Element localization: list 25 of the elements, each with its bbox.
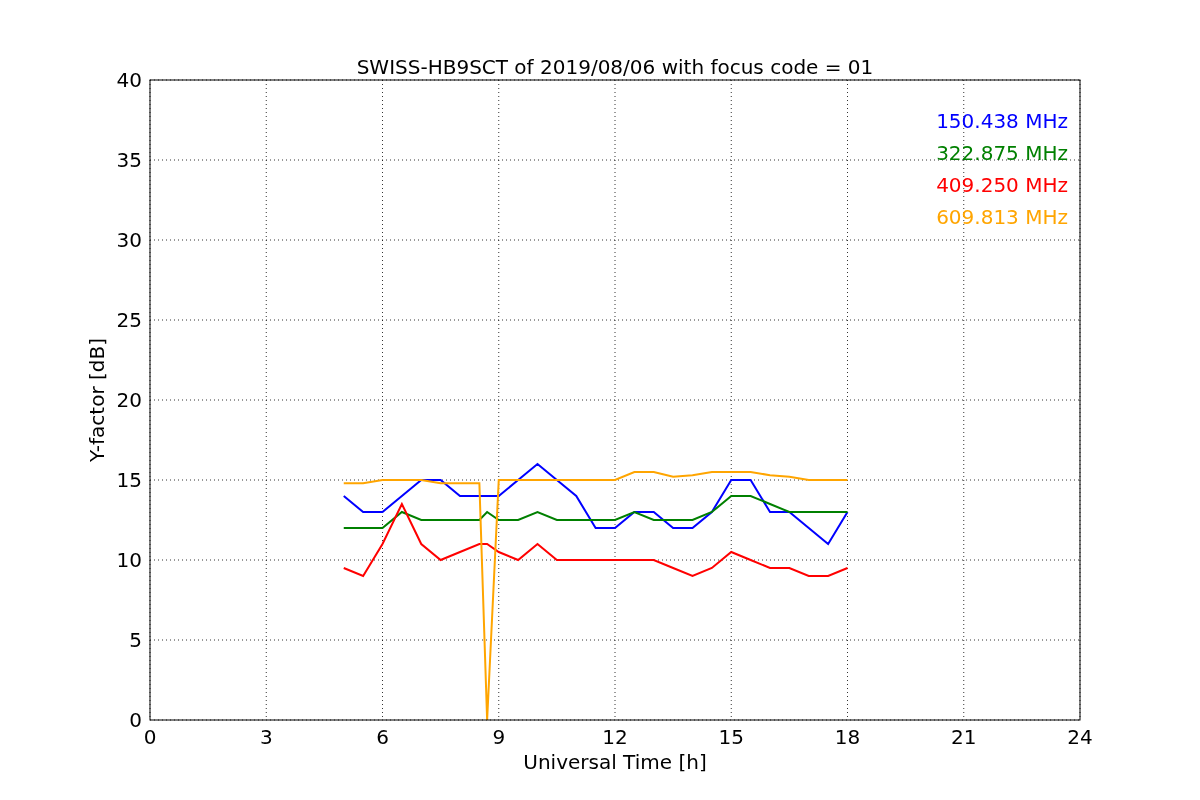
x-tick-label: 3 (259, 725, 273, 749)
y-tick-label: 20 (116, 388, 142, 412)
legend-label: 322.875 MHz (936, 141, 1068, 165)
y-tick-label: 15 (116, 468, 142, 492)
x-tick-label: 24 (1067, 725, 1093, 749)
x-axis-label: Universal Time [h] (523, 750, 707, 774)
legend-label: 150.438 MHz (936, 109, 1068, 133)
y-tick-label: 10 (116, 548, 142, 572)
y-axis-label: Y-factor [dB] (85, 338, 109, 462)
y-tick-label: 40 (116, 68, 142, 92)
y-tick-label: 0 (129, 708, 142, 732)
x-tick-label: 12 (602, 725, 628, 749)
legend-label: 609.813 MHz (936, 205, 1068, 229)
y-tick-label: 5 (129, 628, 142, 652)
x-tick-label: 0 (143, 725, 157, 749)
x-tick-label: 18 (834, 725, 861, 749)
y-tick-label: 30 (116, 228, 142, 252)
legend-label: 409.250 MHz (936, 173, 1068, 197)
x-tick-label: 21 (951, 725, 977, 749)
y-tick-label: 25 (116, 308, 142, 332)
x-tick-label: 6 (376, 725, 389, 749)
y-tick-label: 35 (116, 148, 142, 172)
x-tick-label: 9 (492, 725, 506, 749)
x-tick-label: 15 (718, 725, 744, 749)
chart-title: SWISS-HB9SCT of 2019/08/06 with focus code = 01 (356, 55, 874, 79)
